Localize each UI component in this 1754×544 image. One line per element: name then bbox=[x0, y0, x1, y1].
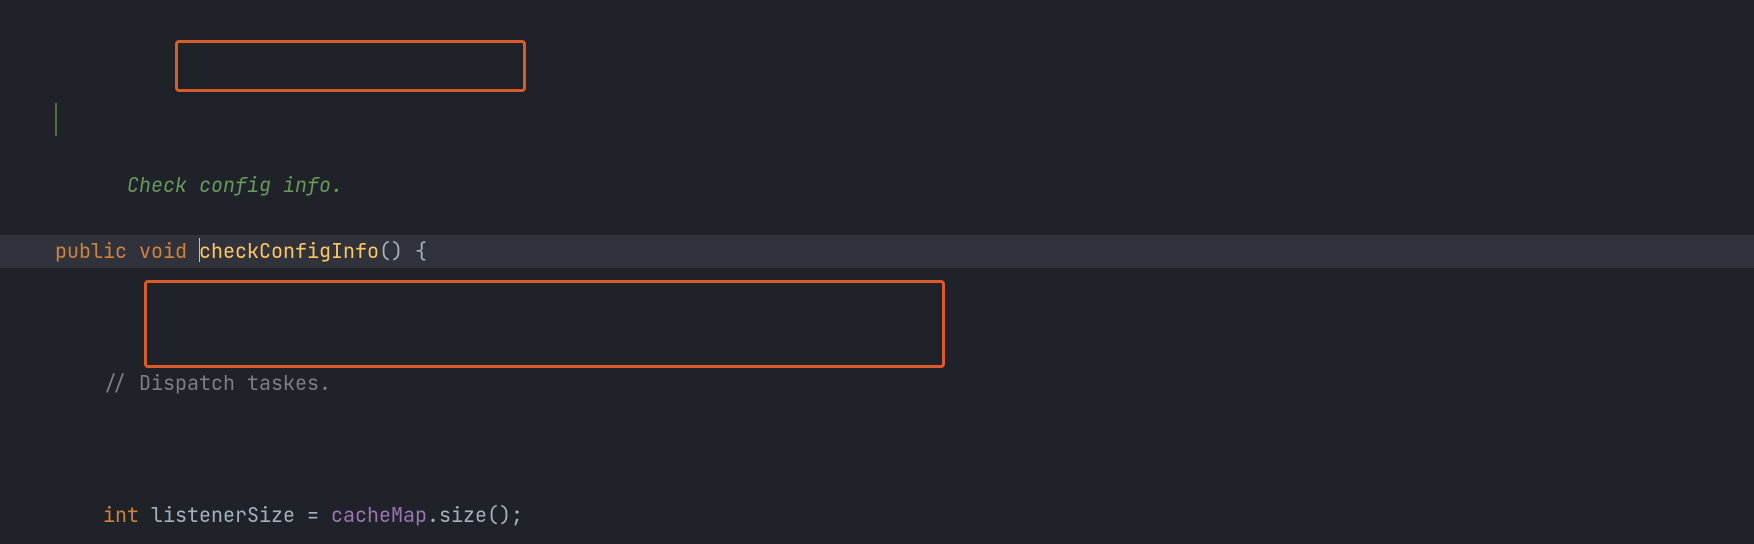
highlight-box-method-name bbox=[175, 40, 526, 92]
code-editor[interactable]: Check config info. public void checkConf… bbox=[0, 0, 1754, 544]
code-line[interactable]: // Dispatch taskes. bbox=[0, 367, 1754, 400]
code-line[interactable]: int listenerSize = cacheMap.size(); bbox=[0, 499, 1754, 532]
code-line-current[interactable]: public void checkConfigInfo() { bbox=[0, 235, 1754, 268]
highlight-box-executor-body bbox=[144, 280, 945, 368]
method-name: checkConfigInfo bbox=[199, 238, 379, 264]
method-parens: () bbox=[379, 238, 403, 264]
method-call: size() bbox=[439, 502, 511, 528]
field-ref: cacheMap bbox=[331, 502, 427, 528]
brace-open: { bbox=[403, 238, 427, 264]
comment: // Dispatch taskes. bbox=[103, 370, 331, 396]
doc-gutter-bar bbox=[55, 103, 57, 136]
javadoc-text: Check config info. bbox=[127, 172, 343, 198]
keyword-int: int bbox=[103, 502, 139, 528]
keyword-public: public bbox=[55, 238, 127, 264]
var-name: listenerSize bbox=[151, 502, 295, 528]
code-line[interactable]: Check config info. bbox=[0, 103, 1754, 136]
keyword-void: void bbox=[139, 238, 187, 264]
